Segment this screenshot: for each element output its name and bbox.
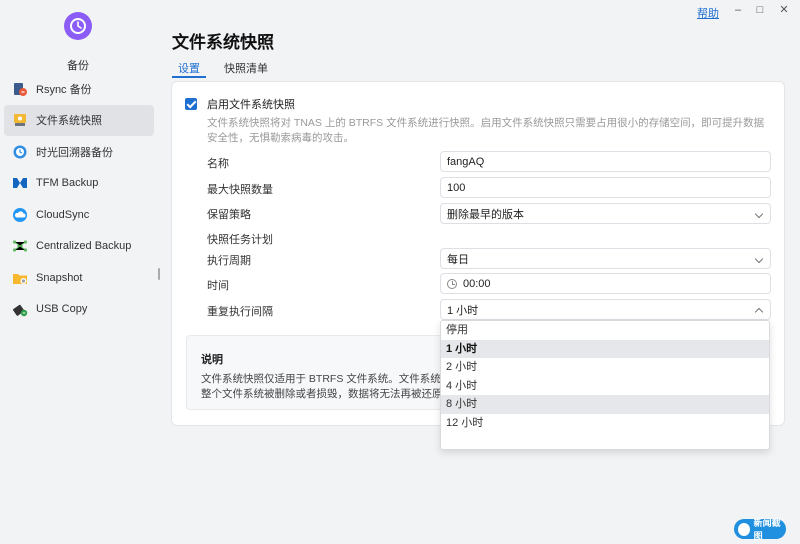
network-icon	[12, 238, 28, 254]
name-value: fangAQ	[447, 155, 485, 168]
floating-badge[interactable]: 新闻截图	[734, 518, 786, 541]
repeat-interval-select[interactable]: 1 小时	[440, 299, 771, 320]
enable-snapshot-row: 启用文件系统快照	[185, 96, 295, 112]
badge-text: 新闻截图	[753, 518, 781, 541]
sidebar-item-tfm-backup[interactable]: TFM Backup	[4, 168, 154, 200]
sidebar-item-label: CloudSync	[36, 208, 90, 221]
usb-icon	[12, 301, 28, 317]
time-machine-icon	[12, 144, 28, 160]
sidebar-item-usb-copy[interactable]: USB Copy	[4, 294, 154, 326]
badge-logo-icon	[738, 522, 750, 536]
retention-value: 删除最早的版本	[447, 208, 524, 221]
sidebar-item-cloudsync[interactable]: CloudSync	[4, 199, 154, 231]
sidebar-item-time-machine[interactable]: 时光回溯器备份	[4, 136, 154, 168]
repeat-interval-value: 1 小时	[447, 304, 479, 317]
app-name: 备份	[67, 60, 89, 72]
dropdown-option[interactable]: 停用	[441, 321, 769, 340]
sidebar-item-label: 文件系统快照	[36, 115, 102, 128]
help-link[interactable]: 帮助	[697, 5, 719, 21]
dropdown-option[interactable]: 2 小时	[441, 358, 769, 377]
sidebar-item-label: 时光回溯器备份	[36, 146, 113, 159]
sidebar-item-label: Rsync 备份	[36, 83, 92, 96]
sidebar-item-label: Centralized Backup	[36, 240, 132, 253]
chevron-down-icon	[754, 209, 764, 219]
minimize-icon[interactable]: –	[730, 3, 746, 17]
tab-settings[interactable]: 设置	[172, 58, 206, 78]
sidebar-item-centralized-backup[interactable]: Centralized Backup	[4, 231, 154, 263]
time-value: 00:00	[463, 277, 491, 290]
tfm-icon	[12, 175, 28, 191]
tab-snapshot-list[interactable]: 快照清单	[218, 58, 274, 78]
enable-snapshot-label[interactable]: 启用文件系统快照	[207, 96, 295, 112]
period-label: 执行周期	[207, 255, 251, 267]
sidebar-item-label: TFM Backup	[36, 177, 99, 190]
dropdown-option-hovered[interactable]: 8 小时	[441, 395, 769, 414]
schedule-heading: 快照任务计划	[207, 234, 273, 246]
sidebar-item-snapshot[interactable]: Snapshot	[4, 262, 154, 294]
repeat-interval-dropdown: 停用 1 小时 2 小时 4 小时 8 小时 12 小时	[440, 320, 770, 450]
sidebar-scrollbar[interactable]	[158, 268, 160, 280]
repeat-interval-label: 重复执行间隔	[207, 306, 273, 318]
sidebar-item-label: USB Copy	[36, 303, 88, 316]
snapshot-disk-icon	[12, 112, 28, 128]
name-input[interactable]: fangAQ	[440, 151, 771, 172]
note-line-2: 整个文件系统被删除或者损毁，数据将无法再被还原。	[201, 388, 442, 400]
note-title: 说明	[201, 354, 223, 366]
time-label: 时间	[207, 280, 229, 292]
dropdown-option[interactable]: 12 小时	[441, 414, 769, 433]
chevron-up-icon	[754, 307, 764, 317]
enable-snapshot-checkbox[interactable]	[185, 98, 197, 110]
max-snapshots-label: 最大快照数量	[207, 184, 273, 196]
close-icon[interactable]: ✕	[776, 3, 792, 17]
time-picker[interactable]: 00:00	[440, 273, 771, 294]
period-select[interactable]: 每日	[440, 248, 771, 269]
sidebar-item-filesystem-snapshot[interactable]: 文件系统快照	[4, 104, 154, 136]
note-box: 说明 文件系统快照仅适用于 BTRFS 文件系统。文件系统快 整个文件系统被删除…	[186, 335, 442, 410]
rsync-icon	[12, 81, 28, 97]
snapshot-description: 文件系统快照将对 TNAS 上的 BTRFS 文件系统进行快照。启用文件系统快照…	[207, 117, 765, 144]
retention-select[interactable]: 删除最早的版本	[440, 203, 771, 224]
chevron-down-icon	[754, 254, 764, 264]
clock-icon	[447, 278, 457, 289]
sidebar: 备份 Rsync 备份 文件系统快照 时光回溯器备份 TFM Backup Cl…	[0, 0, 160, 544]
dropdown-option[interactable]: 4 小时	[441, 377, 769, 396]
page-title: 文件系统快照	[172, 33, 274, 52]
clock-icon	[64, 12, 92, 40]
cloud-icon	[12, 207, 28, 223]
max-snapshots-input[interactable]: 100	[440, 177, 771, 198]
retention-label: 保留策略	[207, 209, 251, 221]
period-value: 每日	[447, 253, 469, 266]
note-line-1: 文件系统快照仅适用于 BTRFS 文件系统。文件系统快	[201, 373, 442, 385]
max-snapshots-value: 100	[447, 181, 466, 194]
maximize-icon[interactable]: □	[752, 3, 768, 17]
note-text: 文件系统快照仅适用于 BTRFS 文件系统。文件系统快 整个文件系统被删除或者损…	[201, 372, 442, 402]
folder-snapshot-icon	[12, 270, 28, 286]
tab-bar: 设置 快照清单	[172, 58, 286, 78]
sidebar-item-rsync[interactable]: Rsync 备份	[4, 73, 154, 105]
sidebar-item-label: Snapshot	[36, 271, 83, 284]
name-label: 名称	[207, 158, 229, 170]
sidebar-nav: Rsync 备份 文件系统快照 时光回溯器备份 TFM Backup Cloud…	[4, 73, 154, 325]
dropdown-option-selected[interactable]: 1 小时	[441, 339, 769, 358]
